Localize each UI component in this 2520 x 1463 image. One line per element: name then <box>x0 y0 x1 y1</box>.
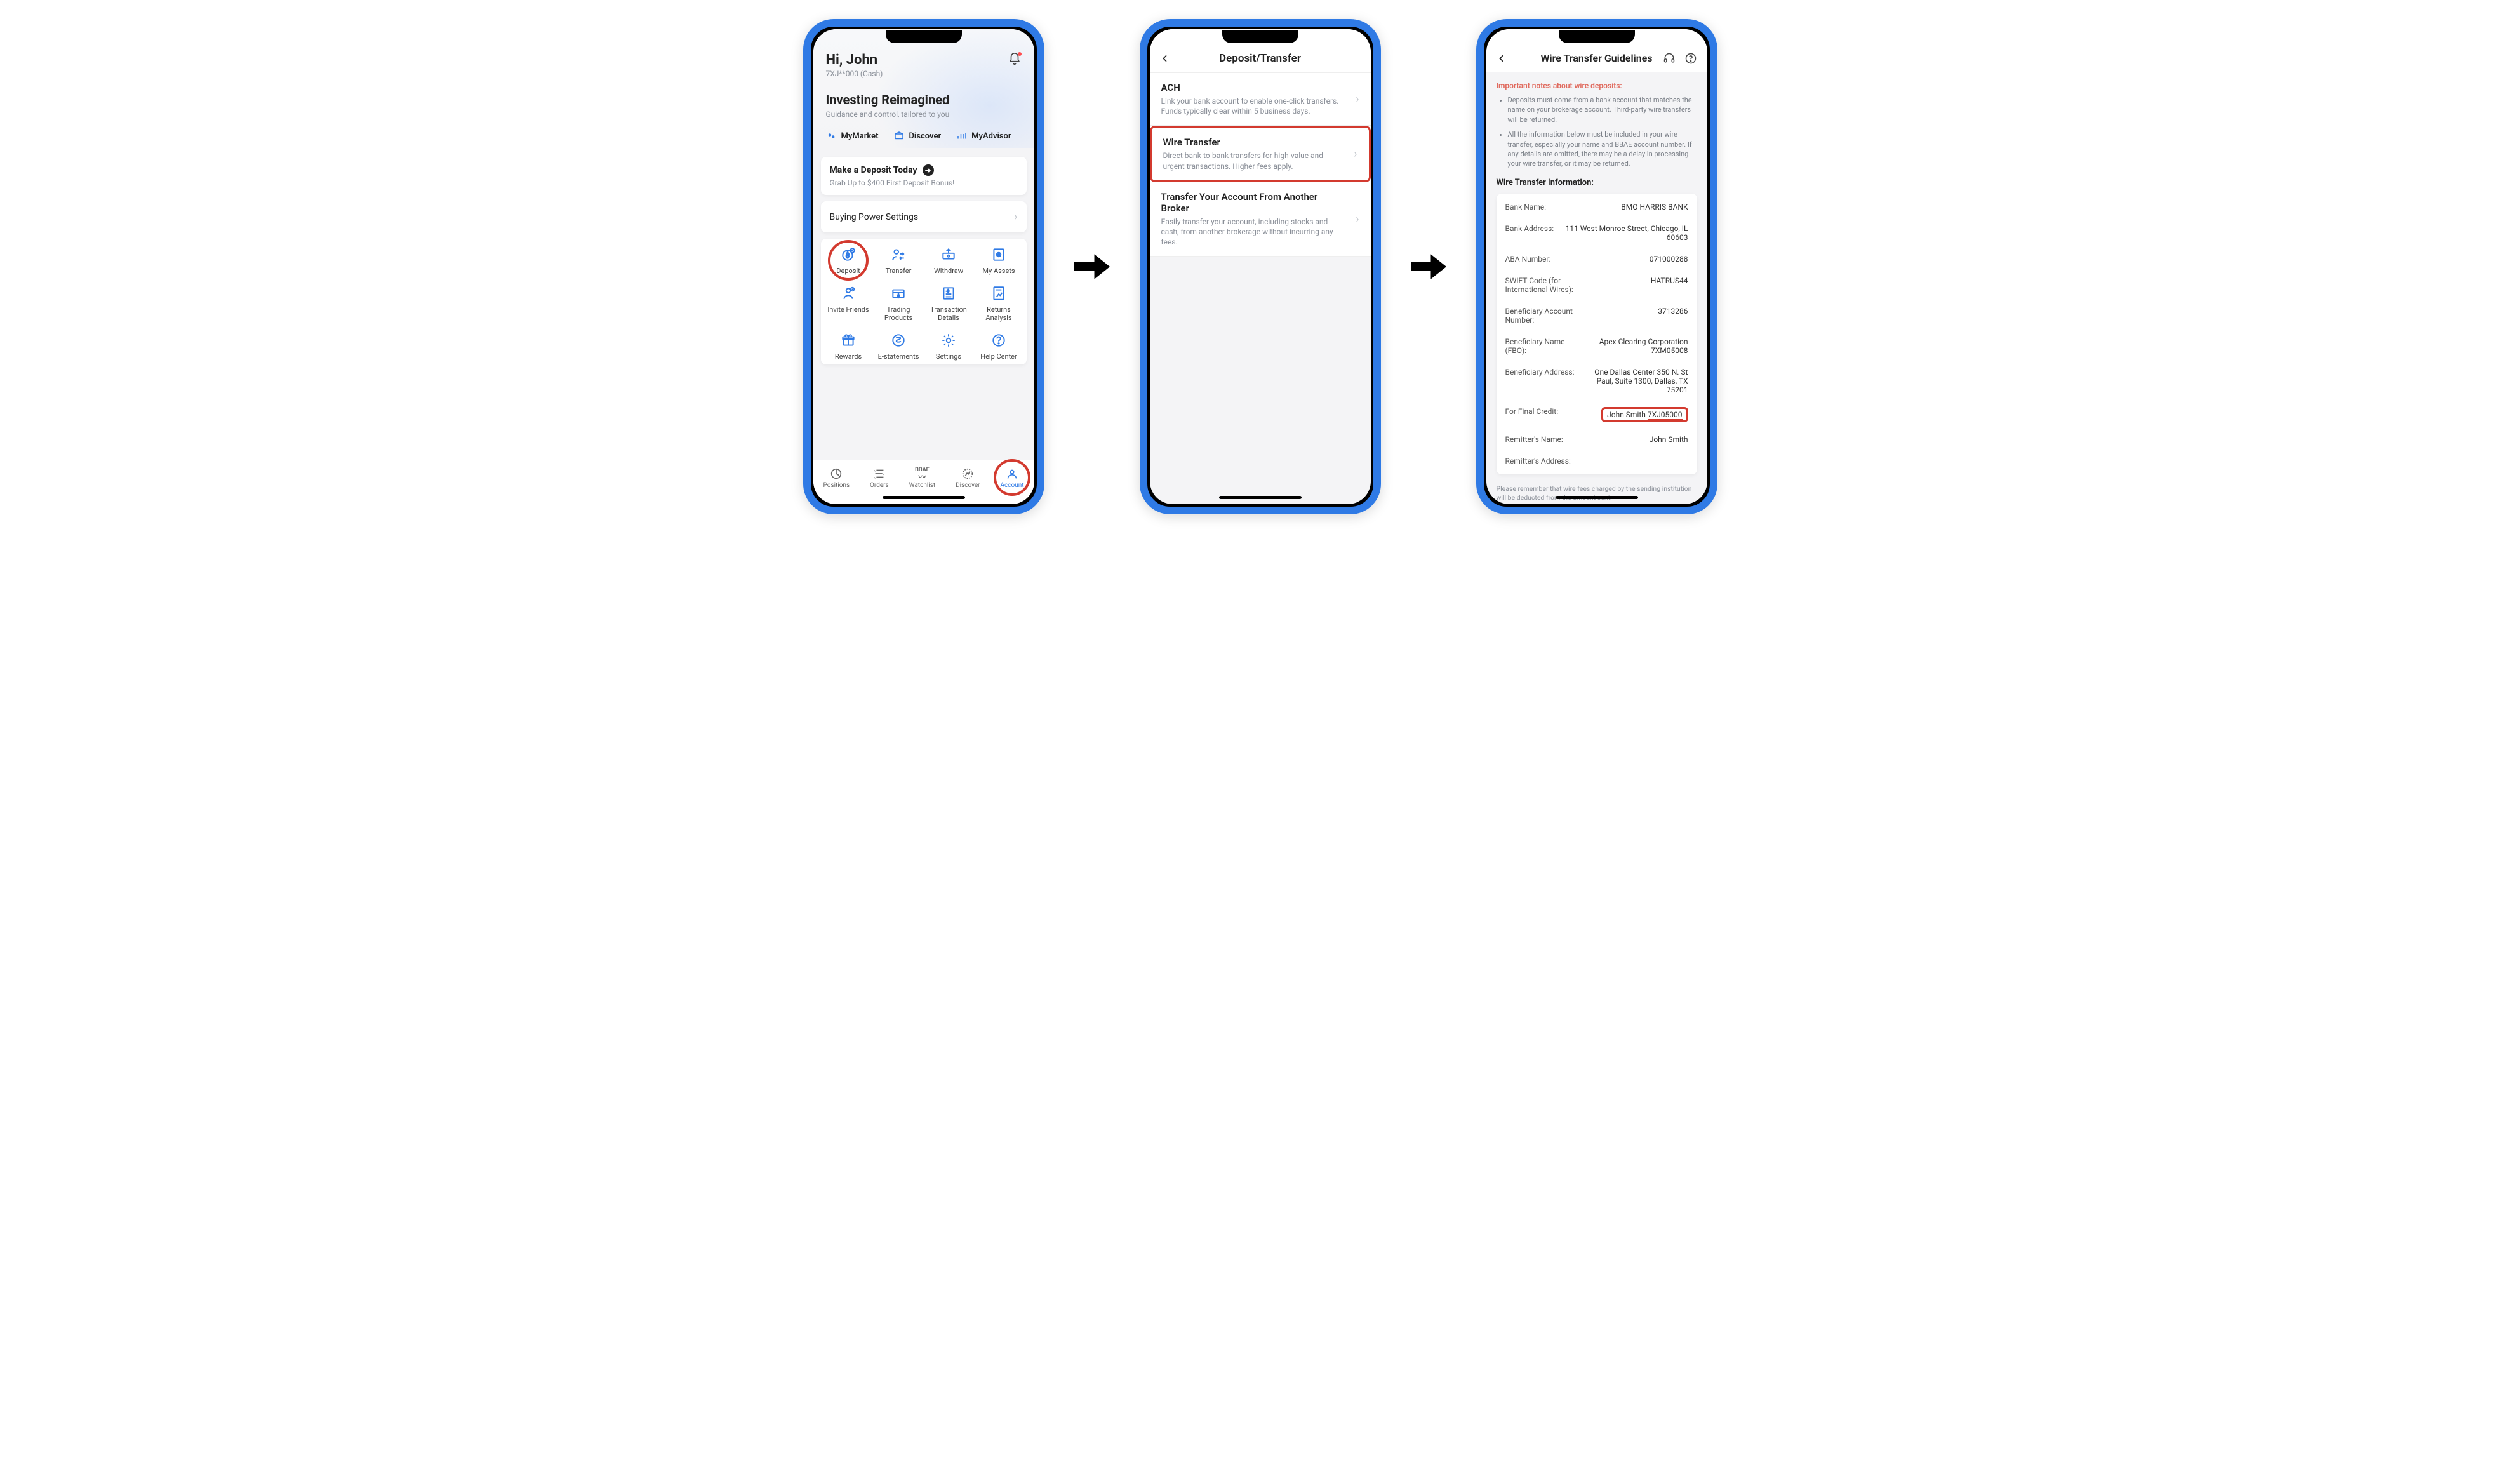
tagline-sub: Guidance and control, tailored to you <box>826 110 1022 119</box>
quick-mymarket[interactable]: MyMarket <box>826 130 879 142</box>
page-title: Wire Transfer Guidelines <box>1540 52 1652 64</box>
page-title: Deposit/Transfer <box>1219 52 1301 65</box>
header: Wire Transfer Guidelines <box>1486 29 1707 72</box>
svg-text:$: $ <box>846 252 849 259</box>
header: Deposit/Transfer <box>1150 29 1371 73</box>
annotation-highlight-box: John Smith 7XJ05000 <box>1601 407 1688 422</box>
grid-withdraw[interactable]: Withdraw <box>924 246 974 275</box>
tab-discover[interactable]: Discover <box>956 467 980 489</box>
footer-note: Please remember that wire fees charged b… <box>1497 484 1697 503</box>
deposit-icon: $ <box>840 246 857 263</box>
grid-myassets[interactable]: $ My Assets <box>974 246 1024 275</box>
grid-invite[interactable]: Invite Friends <box>823 285 874 322</box>
account-mask: 7XJ**000 (Cash) <box>826 69 883 78</box>
watchlist-icon: BBAE 〰 <box>915 467 929 481</box>
section-heading: Wire Transfer Information: <box>1497 178 1697 187</box>
assets-icon: $ <box>990 246 1007 263</box>
notes-list: Deposits must come from a bank account t… <box>1497 95 1697 169</box>
grid-rewards[interactable]: Rewards <box>823 332 874 361</box>
row-bank-name: Bank Name:BMO HARRIS BANK <box>1505 196 1688 218</box>
withdraw-icon <box>940 246 957 263</box>
phone-account-home: Hi, John 7XJ**000 (Cash) Investing Reima… <box>803 19 1044 514</box>
grid-help[interactable]: Help Center <box>974 332 1024 361</box>
tab-account[interactable]: Account <box>1001 467 1024 489</box>
help-icon[interactable] <box>1684 52 1697 65</box>
row-remitter-name: Remitter's Name:John Smith <box>1505 429 1688 450</box>
grid-deposit[interactable]: $ Deposit <box>823 246 874 275</box>
notifications-bell-icon[interactable] <box>1008 52 1022 66</box>
row-remitter-addr: Remitter's Address: <box>1505 450 1688 472</box>
promo-banner[interactable]: Make a Deposit Today ➔ Grab Up to $400 F… <box>821 157 1027 195</box>
quick-myadvisor[interactable]: MyAdvisor <box>956 130 1011 142</box>
action-grid: $ Deposit Transfer Withdraw $ My Assets … <box>821 239 1027 364</box>
advisor-icon <box>956 130 968 142</box>
flow-arrow-icon <box>1070 244 1114 289</box>
phone-deposit-transfer: Deposit/Transfer ACH Link your bank acco… <box>1140 19 1381 514</box>
orders-icon <box>872 467 886 481</box>
chevron-right-icon: › <box>1356 213 1359 226</box>
grid-returns[interactable]: Returns Analysis <box>974 285 1024 322</box>
transaction-icon: $ <box>940 285 957 302</box>
row-beneficiary-addr: Beneficiary Address:One Dallas Center 35… <box>1505 361 1688 401</box>
important-notes-heading: Important notes about wire deposits: <box>1497 81 1697 90</box>
grid-transaction-details[interactable]: $ Transaction Details <box>924 285 974 322</box>
phone-wire-guidelines: Wire Transfer Guidelines Important notes… <box>1476 19 1717 514</box>
greeting: Hi, John <box>826 52 883 68</box>
positions-icon <box>829 467 843 481</box>
grid-settings[interactable]: Settings <box>924 332 974 361</box>
tagline: Investing Reimagined <box>826 92 1022 107</box>
svg-text:$: $ <box>997 253 999 258</box>
back-button[interactable] <box>1160 53 1170 63</box>
discover-icon <box>893 130 905 142</box>
grid-trading-products[interactable]: $ Trading Products <box>874 285 924 322</box>
flow-arrow-icon <box>1406 244 1451 289</box>
settings-icon <box>940 332 957 349</box>
tab-positions[interactable]: Positions <box>823 467 850 489</box>
row-beneficiary-name: Beneficiary Name (FBO):Apex Clearing Cor… <box>1505 331 1688 361</box>
row-beneficiary-acct: Beneficiary Account Number:3713286 <box>1505 300 1688 331</box>
help-icon <box>990 332 1007 349</box>
products-icon: $ <box>890 285 907 302</box>
svg-text:$: $ <box>897 294 900 299</box>
row-final-credit: For Final Credit: John Smith 7XJ05000 <box>1505 401 1688 429</box>
back-button[interactable] <box>1497 53 1507 63</box>
item-wire-transfer[interactable]: Wire Transfer Direct bank-to-bank transf… <box>1150 126 1371 182</box>
grid-transfer[interactable]: Transfer <box>874 246 924 275</box>
chevron-right-icon: › <box>1354 147 1357 161</box>
wire-info-card: Bank Name:BMO HARRIS BANK Bank Address:1… <box>1497 194 1697 474</box>
buying-power-link[interactable]: Buying Power Settings › <box>821 201 1027 232</box>
row-swift: SWIFT Code (for International Wires):HAT… <box>1505 270 1688 300</box>
row-aba: ABA Number:071000288 <box>1505 248 1688 270</box>
discover-tab-icon <box>961 467 975 481</box>
quick-discover[interactable]: Discover <box>893 130 941 142</box>
grid-estatements[interactable]: E-statements <box>874 332 924 361</box>
transfer-icon <box>890 246 907 263</box>
tab-orders[interactable]: Orders <box>870 467 889 489</box>
estatements-icon <box>890 332 907 349</box>
item-transfer-broker[interactable]: Transfer Your Account From Another Broke… <box>1150 182 1371 257</box>
invite-icon <box>840 285 857 302</box>
chevron-right-icon: › <box>1014 210 1017 224</box>
market-icon <box>826 130 837 142</box>
account-icon <box>1005 467 1019 481</box>
svg-text:$: $ <box>947 289 949 293</box>
item-ach[interactable]: ACH Link your bank account to enable one… <box>1150 73 1371 126</box>
chevron-right-icon: › <box>1356 93 1359 106</box>
rewards-icon <box>840 332 857 349</box>
tab-bar: Positions Orders BBAE 〰 Watchlist Discov… <box>813 460 1034 504</box>
arrow-right-icon: ➔ <box>923 164 934 176</box>
row-bank-address: Bank Address:111 West Monroe Street, Chi… <box>1505 218 1688 248</box>
tab-watchlist[interactable]: BBAE 〰 Watchlist <box>909 467 935 489</box>
returns-icon <box>990 285 1007 302</box>
support-headset-icon[interactable] <box>1663 52 1676 65</box>
